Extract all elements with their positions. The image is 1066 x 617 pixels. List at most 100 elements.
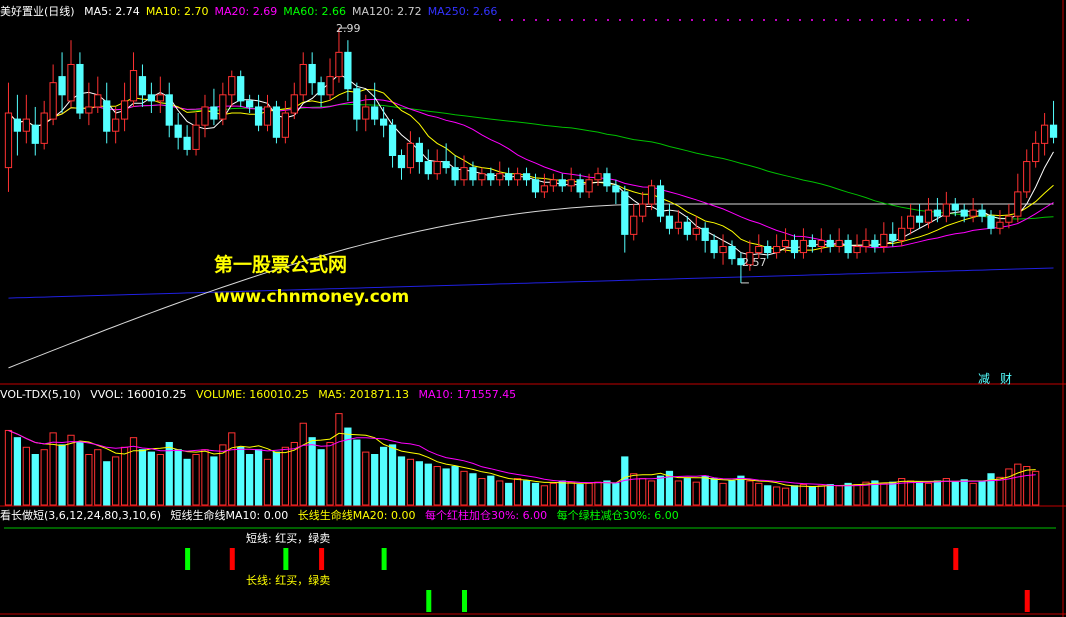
volume-bar — [933, 480, 942, 506]
candle-body — [22, 118, 30, 132]
top-marker-dot — [895, 19, 897, 21]
volume-bar — [496, 480, 504, 506]
volume-bar — [120, 446, 129, 506]
volume-bar — [281, 446, 289, 506]
stock-name: 美好置业(日线) — [0, 5, 75, 18]
candle-body — [147, 94, 156, 102]
volume-bar — [451, 466, 459, 506]
volume-bar — [85, 454, 93, 506]
candle-body — [719, 246, 727, 254]
volume-bar — [594, 481, 602, 506]
candle-body — [31, 124, 39, 144]
candle-body — [799, 239, 808, 254]
candle-body — [773, 246, 781, 254]
volume-bar — [728, 480, 736, 506]
candle-body — [647, 185, 656, 205]
volume-bar — [156, 454, 164, 506]
candle-body — [210, 106, 218, 120]
candle-body — [513, 173, 522, 181]
volume-bar — [246, 454, 254, 506]
top-marker-dot — [595, 19, 597, 21]
top-marker-dot — [883, 19, 885, 21]
top-marker-dot — [679, 19, 681, 21]
volume-bar — [674, 480, 683, 506]
top-marker-dot — [703, 19, 705, 21]
candle-body — [540, 185, 549, 193]
volume-bar — [799, 484, 808, 506]
top-marker-dot — [655, 19, 657, 21]
top-marker-dot — [763, 19, 765, 21]
volume-bar — [112, 456, 120, 506]
ma250-line — [8, 267, 1054, 299]
volume-bar — [790, 485, 799, 506]
top-marker-dot — [955, 19, 957, 21]
volume-bar — [103, 461, 111, 506]
candle-body — [335, 51, 343, 78]
candle-body — [299, 63, 307, 96]
volume-bar — [755, 482, 763, 506]
candle-body — [558, 179, 566, 187]
candle-body — [362, 106, 370, 120]
volume-bar — [67, 434, 75, 506]
candle-body — [112, 118, 120, 132]
candle-body — [317, 82, 325, 96]
long-signal-note: 长线: 红买，绿卖 — [246, 574, 331, 587]
short-signal-bar — [953, 548, 959, 570]
candle-body — [844, 239, 852, 254]
candle-body — [406, 142, 415, 169]
candle-body — [442, 161, 450, 169]
candle-body — [549, 179, 557, 187]
candle-body — [120, 100, 129, 120]
volume-bar — [210, 456, 218, 506]
stock-chart[interactable] — [0, 0, 1066, 617]
volume-bar — [915, 481, 924, 506]
volume-bar — [22, 446, 30, 506]
candle-body — [835, 239, 843, 248]
candle-body — [630, 215, 638, 235]
candle-body — [656, 185, 665, 217]
volume-bar — [513, 478, 522, 506]
volume-bar — [942, 478, 950, 506]
candle-body — [1049, 124, 1058, 138]
volume-bar — [478, 478, 486, 506]
candle-body — [603, 173, 611, 187]
volume-bar — [505, 482, 513, 506]
volume-value: VOLUME: 160010.25 — [196, 388, 309, 401]
finance-marker-reduce[interactable]: 减 — [978, 370, 990, 387]
top-marker-dot — [607, 19, 609, 21]
indicator-name: 看长做短(3,6,12,24,80,3,10,6) — [0, 509, 162, 522]
ma10-line — [8, 88, 1054, 252]
short-signal-bar — [319, 548, 325, 570]
volume-bar — [817, 485, 825, 506]
finance-marker-finance[interactable]: 财 — [1000, 370, 1012, 387]
volume-bar — [737, 475, 745, 506]
candle-body — [246, 100, 254, 108]
ma-legend: MA5: 2.74 MA10: 2.70 MA20: 2.69 MA60: 2.66 M… — [84, 5, 503, 18]
candle-body — [219, 94, 227, 120]
volume-bar — [31, 454, 39, 506]
candle-body — [567, 179, 575, 187]
candle-body — [308, 63, 316, 84]
candle-body — [4, 112, 13, 169]
top-marker-dot — [943, 19, 945, 21]
volume-ma5: MA5: 201871.13 — [318, 388, 409, 401]
volume-vvol: VVOL: 160010.25 — [90, 388, 187, 401]
candle-body — [138, 76, 147, 96]
candle-body — [58, 76, 66, 96]
volume-indicator-name: VOL-TDX(5,10) — [0, 388, 81, 401]
candle-body — [951, 203, 959, 211]
volume-bar — [531, 482, 540, 506]
volume-bar — [612, 482, 620, 506]
indicator-green-bar: 每个绿柱减仓30%: 6.00 — [556, 509, 679, 522]
volume-bar — [254, 449, 263, 506]
long-signal-bar — [462, 590, 468, 612]
volume-bar — [397, 456, 406, 506]
candle-body — [898, 227, 906, 241]
candle-body — [460, 167, 468, 181]
candle-body — [192, 124, 200, 150]
ma-legend-item: MA20: 2.69 — [214, 5, 278, 18]
candle-body — [1014, 191, 1022, 217]
candle-body — [424, 161, 432, 175]
volume-bar — [1005, 468, 1013, 506]
candle-body — [522, 173, 531, 181]
